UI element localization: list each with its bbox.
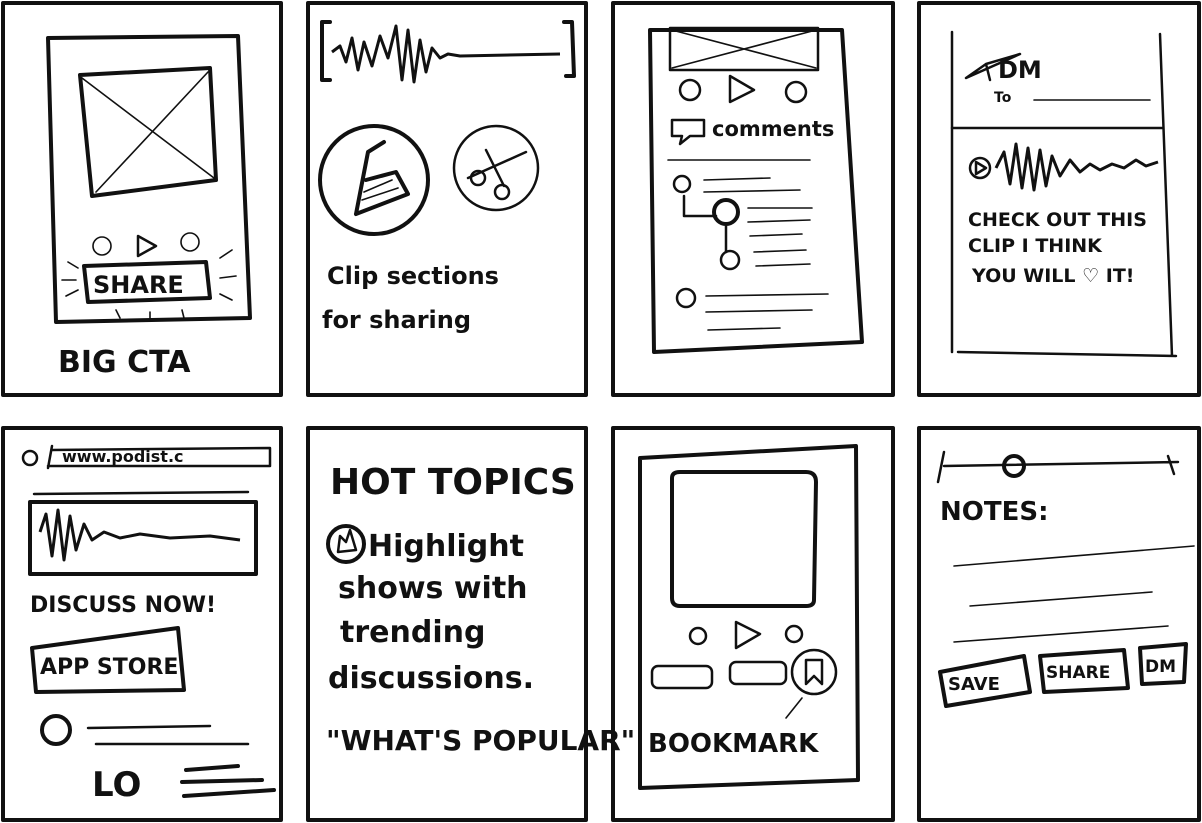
discuss-now-label: DISCUSS NOW! (30, 593, 216, 618)
clip-caption-line1: Clip sections (327, 262, 499, 290)
panel-dm: DM To CHECK OUT THIS CLIP I THINK YOU WI… (917, 1, 1201, 397)
scissors-handle (493, 183, 511, 201)
bookmark-caption: BOOKMARK (648, 729, 819, 759)
audio-waveform (38, 508, 241, 562)
forward-icon (784, 624, 804, 644)
panel-bookmark: BOOKMARK (611, 426, 895, 822)
url-text: www.podist.c (62, 447, 184, 466)
comment-lines (705, 293, 829, 331)
panel-frame (917, 426, 1201, 822)
panel-frame (306, 1, 588, 397)
scissors-icon (466, 148, 528, 188)
avatar (672, 174, 692, 194)
play-icon (974, 160, 988, 176)
callout-pointer (785, 697, 803, 719)
hot-topics-line3: trending (340, 615, 485, 650)
comment-lines (86, 724, 250, 746)
cover-art-placeholder (78, 66, 218, 198)
phone-outline (950, 30, 1178, 358)
avatar (712, 198, 740, 226)
hot-topics-line1: Highlight (368, 529, 524, 564)
clip-caption-line2: for sharing (322, 306, 471, 334)
notes-label: NOTES: (940, 497, 1048, 527)
rewind-icon (688, 626, 708, 646)
dm-heading: DM (998, 56, 1042, 84)
progress-slider (936, 450, 1180, 484)
notes-lines (953, 545, 1195, 643)
cover-art-placeholder (670, 470, 818, 608)
hot-topics-line2: shows with (338, 571, 528, 606)
action-pill (728, 660, 788, 686)
clip-brackets (320, 20, 576, 82)
comment-lines (703, 177, 801, 193)
comment-bubble-icon (670, 118, 706, 146)
highlighter-icon (354, 140, 410, 216)
panel-frame (1, 426, 283, 822)
image-placeholder-cross (671, 29, 817, 69)
forward-icon (784, 80, 808, 104)
forward-icon (180, 232, 200, 252)
action-pill (650, 664, 714, 690)
whats-popular-quote: "WHAT'S POPULAR" (326, 724, 635, 757)
play-icon (728, 74, 756, 104)
panel-frame (611, 426, 895, 822)
wireframe-sketch-sheet: SHARE BIG CTA Clip sections for sharing … (1, 1, 1201, 822)
audio-waveform (331, 24, 561, 84)
highlighter-icon-circle (318, 124, 430, 236)
save-button-label: SAVE (948, 674, 1000, 695)
dm-message-line3: YOU WILL ♡ IT! (971, 265, 1134, 287)
share-cta-label: SHARE (93, 271, 184, 299)
hot-topics-title: HOT TOPICS (330, 462, 576, 503)
avatar (675, 287, 697, 309)
to-label: To (994, 90, 1012, 106)
bookmark-button-circle (790, 648, 838, 696)
comments-heading: comments (712, 117, 834, 141)
play-icon (136, 234, 158, 258)
reply-lines (747, 207, 813, 267)
dm-message-line1: CHECK OUT THIS (968, 209, 1147, 231)
avatar (719, 249, 741, 271)
flame-icon (336, 528, 358, 554)
rewind-icon (92, 236, 112, 256)
highlighter-hatch (361, 179, 399, 201)
panel-frame (917, 1, 1201, 397)
play-icon (734, 620, 762, 650)
clip-waveform (994, 142, 1159, 192)
panel-comments: comments (611, 1, 895, 397)
logo-mark-lo: LO (92, 765, 141, 805)
share-button-label: SHARE (1046, 663, 1110, 683)
reply-connector (682, 194, 718, 218)
dm-button-label: DM (1145, 657, 1176, 677)
panel-clip: Clip sections for sharing (306, 1, 588, 397)
hot-topics-line4: discussions. (328, 661, 534, 696)
panel-hot-topics: HOT TOPICS Highlight shows with trending… (306, 426, 635, 822)
content-lines (180, 764, 276, 798)
dm-message-line2: CLIP I THINK (968, 235, 1103, 257)
panel-notes: NOTES: SAVE SHARE DM (917, 426, 1201, 822)
flame-icon-circle (326, 524, 366, 564)
avatar (40, 714, 72, 746)
panel-web: www.podist.c DISCUSS NOW! APP STORE LO (1, 426, 283, 822)
browser-dot-icon (21, 449, 39, 467)
big-cta-caption: BIG CTA (58, 345, 191, 380)
panel-big-cta: SHARE BIG CTA (1, 1, 283, 397)
rewind-icon (678, 78, 702, 102)
bookmark-icon (804, 658, 824, 686)
app-store-label: APP STORE (40, 655, 178, 680)
image-placeholder-cross (81, 71, 215, 193)
divider (32, 490, 250, 496)
